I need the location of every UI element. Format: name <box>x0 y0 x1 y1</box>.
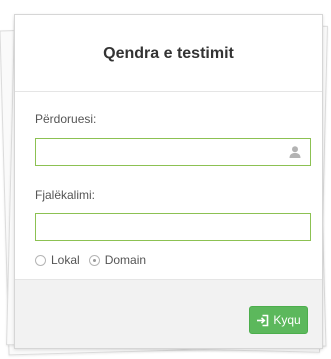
radio-lokal[interactable] <box>35 254 46 266</box>
username-label: Përdoruesi: <box>35 112 97 126</box>
login-card: Qendra e testimit Përdoruesi: Fjalëkalim… <box>14 14 323 349</box>
auth-type-group: Lokal Domain <box>35 253 155 267</box>
form-footer: Kyqu <box>15 279 322 348</box>
password-label: Fjalëkalimi: <box>35 188 96 202</box>
user-icon <box>289 146 301 158</box>
login-button-label: Kyqu <box>273 313 301 327</box>
form-title: Qendra e testimit <box>103 45 234 62</box>
radio-lokal-label[interactable]: Lokal <box>51 253 80 267</box>
radio-domain-label[interactable]: Domain <box>105 253 146 267</box>
username-input[interactable] <box>36 139 292 165</box>
sign-in-icon <box>257 314 269 326</box>
login-button[interactable]: Kyqu <box>249 306 308 334</box>
radio-domain[interactable] <box>88 254 100 266</box>
username-field-box <box>35 138 311 166</box>
header-divider <box>15 91 322 92</box>
password-field-box <box>35 213 311 241</box>
password-input[interactable] <box>36 214 292 240</box>
